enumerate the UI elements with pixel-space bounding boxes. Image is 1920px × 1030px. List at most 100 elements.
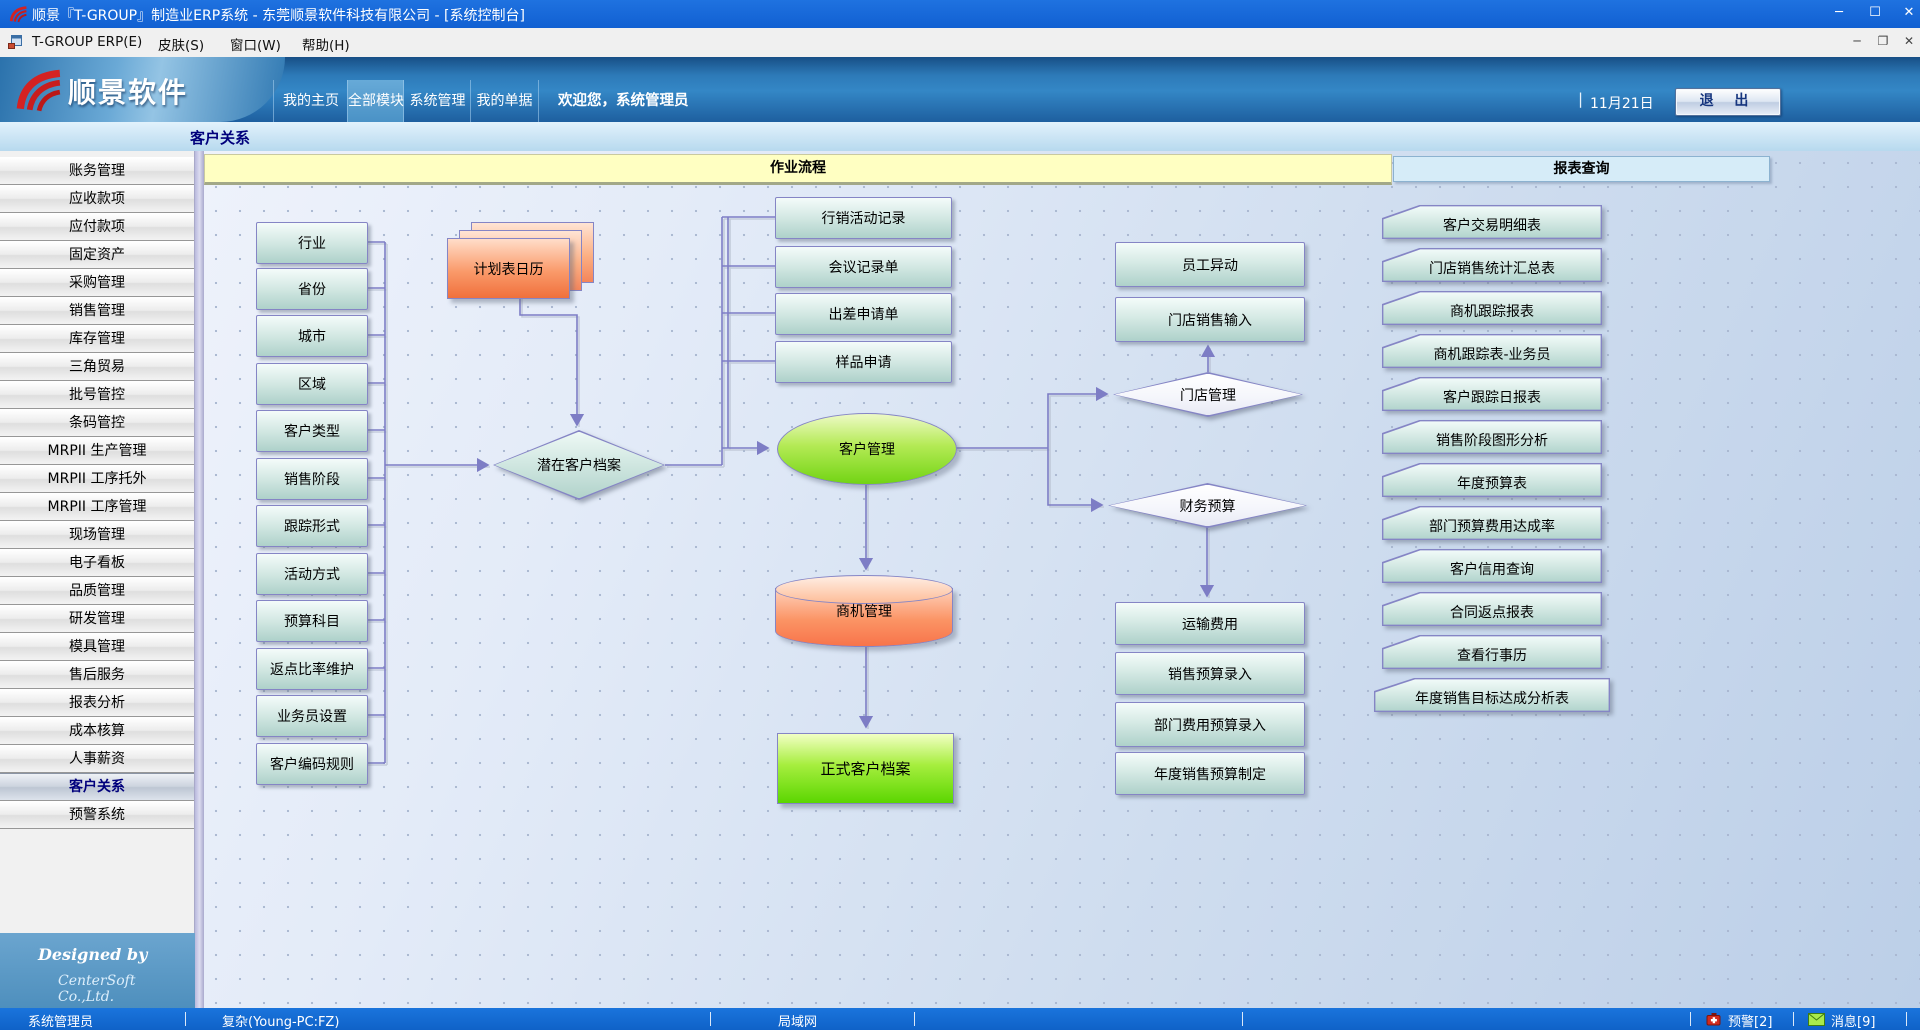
- report-card-annual-budget[interactable]: 年度预算表: [1382, 463, 1602, 497]
- flow-box-formal-customer[interactable]: 正式客户档案: [777, 733, 954, 804]
- sidebar-item-accounting[interactable]: 账务管理: [0, 157, 194, 185]
- sidebar-item-payables[interactable]: 应付款项: [0, 213, 194, 241]
- sidebar-item-barcode[interactable]: 条码管控: [0, 409, 194, 437]
- flow-box-plan-calendar[interactable]: 计划表日历: [447, 238, 570, 299]
- report-card-view-calendar[interactable]: 查看行事历: [1382, 635, 1602, 669]
- brand-logo-icon: [12, 66, 64, 114]
- sidebar-item-quality[interactable]: 品质管理: [0, 577, 194, 605]
- sidebar-item-receivables[interactable]: 应收款项: [0, 185, 194, 213]
- mdi-close-icon[interactable]: ✕: [1898, 34, 1920, 48]
- sidebar-item-triangle-trade[interactable]: 三角贸易: [0, 353, 194, 381]
- flow-box-sales-budget-entry[interactable]: 销售预算录入: [1115, 652, 1305, 695]
- tab-my-home[interactable]: 我的主页: [273, 80, 348, 122]
- sidebar-item-mrp2-production[interactable]: MRPII 生产管理: [0, 437, 194, 465]
- flow-box-marketing-activity[interactable]: 行销活动记录: [775, 197, 952, 239]
- report-card-customer-transactions[interactable]: 客户交易明细表: [1382, 205, 1602, 239]
- welcome-text: 欢迎您，系统管理员: [558, 80, 689, 122]
- flow-diamond-store-mgmt[interactable]: 门店管理: [1113, 372, 1303, 417]
- sidebar-item-after-sales[interactable]: 售后服务: [0, 661, 194, 689]
- flow-box-region[interactable]: 区域: [256, 363, 368, 405]
- flow-box-city[interactable]: 城市: [256, 315, 368, 357]
- report-card-store-sales-summary[interactable]: 门店销售统计汇总表: [1382, 248, 1602, 282]
- flow-box-employee-change[interactable]: 员工异动: [1115, 242, 1305, 287]
- sidebar-item-report-analysis[interactable]: 报表分析: [0, 689, 194, 717]
- mdi-restore-icon[interactable]: ❐: [1872, 34, 1894, 48]
- menu-item-tgroup-erp[interactable]: T-GROUP ERP(E): [32, 34, 142, 50]
- brand-zone: 顺景软件: [0, 57, 285, 122]
- flow-box-customer-type[interactable]: 客户类型: [256, 410, 368, 452]
- report-card-opportunity-tracking[interactable]: 商机跟踪报表: [1382, 291, 1602, 325]
- sidebar-item-inventory[interactable]: 库存管理: [0, 325, 194, 353]
- status-separator: [1690, 1012, 1691, 1026]
- sidebar-item-kanban[interactable]: 电子看板: [0, 549, 194, 577]
- status-separator: [914, 1012, 915, 1026]
- menu-item-help[interactable]: 帮助(H): [302, 34, 350, 54]
- flow-diamond-potential-customer[interactable]: 潜在客户档案: [493, 430, 665, 500]
- flow-box-sales-stage[interactable]: 销售阶段: [256, 458, 368, 500]
- flow-cylinder-opportunity-mgmt[interactable]: 商机管理: [775, 575, 953, 647]
- window-titlebar: 顺景『T-GROUP』制造业ERP系统 - 东莞顺景软件科技有限公司 - [系统…: [0, 0, 1920, 28]
- flow-box-activity-mode[interactable]: 活动方式: [256, 553, 368, 595]
- flow-diamond-finance-budget[interactable]: 财务预算: [1108, 483, 1307, 528]
- flow-box-transport-cost[interactable]: 运输费用: [1115, 602, 1305, 645]
- flow-box-tracking-form[interactable]: 跟踪形式: [256, 505, 368, 547]
- current-date: 11月21日: [1590, 93, 1654, 113]
- flow-box-customer-code-rule[interactable]: 客户编码规则: [256, 743, 368, 785]
- status-user: 系统管理员: [28, 1011, 93, 1030]
- sidebar-item-alert-system[interactable]: 预警系统: [0, 801, 194, 829]
- flow-ellipse-customer-mgmt[interactable]: 客户管理: [777, 413, 957, 485]
- top-nav-bar: 顺景软件 我的主页 全部模块 系统管理 我的单据 欢迎您，系统管理员 | 11月…: [0, 57, 1920, 123]
- report-card-customer-credit[interactable]: 客户信用查询: [1382, 549, 1602, 583]
- tab-system-mgmt[interactable]: 系统管理: [403, 80, 471, 122]
- sidebar-item-customer-relations[interactable]: 客户关系: [0, 773, 194, 801]
- workflow-canvas: 作业流程 报表查询: [204, 151, 1920, 1008]
- sidebar-item-mold[interactable]: 模具管理: [0, 633, 194, 661]
- flow-box-rebate-rate[interactable]: 返点比率维护: [256, 648, 368, 690]
- flow-box-salesman-setup[interactable]: 业务员设置: [256, 695, 368, 737]
- brand-name: 顺景软件: [68, 71, 188, 111]
- sidebar-item-fixed-assets[interactable]: 固定资产: [0, 241, 194, 269]
- status-bar: 系统管理员 复杂(Young-PC:FZ) 局域网 预警[2] 消息[9]: [0, 1008, 1920, 1030]
- tab-all-modules[interactable]: 全部模块: [347, 80, 404, 122]
- alert-icon[interactable]: [1706, 1012, 1722, 1026]
- sidebar-item-hr-payroll[interactable]: 人事薪资: [0, 745, 194, 773]
- sidebar-item-mrp2-outsourcing[interactable]: MRPII 工序托外: [0, 465, 194, 493]
- report-card-annual-sales-target[interactable]: 年度销售目标达成分析表: [1374, 678, 1610, 712]
- sidebar-splitter[interactable]: [195, 151, 204, 1008]
- sidebar-item-mrp2-process[interactable]: MRPII 工序管理: [0, 493, 194, 521]
- flow-box-budget-subject[interactable]: 预算科目: [256, 600, 368, 642]
- flow-box-dept-expense-budget[interactable]: 部门费用预算录入: [1115, 702, 1305, 747]
- report-card-contract-rebate[interactable]: 合同返点报表: [1382, 592, 1602, 626]
- status-separator: [710, 1012, 711, 1026]
- flow-box-province[interactable]: 省份: [256, 268, 368, 310]
- message-icon[interactable]: [1808, 1013, 1825, 1026]
- report-card-opportunity-by-salesman[interactable]: 商机跟踪表-业务员: [1382, 334, 1602, 368]
- flow-box-travel-request[interactable]: 出差申请单: [775, 293, 952, 335]
- window-maximize-icon[interactable]: ☐: [1862, 5, 1888, 20]
- flow-box-sample-request[interactable]: 样品申请: [775, 341, 952, 383]
- window-minimize-icon[interactable]: ─: [1826, 5, 1852, 20]
- report-card-sales-stage-graph[interactable]: 销售阶段图形分析: [1382, 420, 1602, 454]
- report-card-customer-daily[interactable]: 客户跟踪日报表: [1382, 377, 1602, 411]
- menu-item-skin[interactable]: 皮肤(S): [158, 34, 204, 54]
- logout-button[interactable]: 退 出: [1675, 88, 1781, 116]
- sidebar-item-costing[interactable]: 成本核算: [0, 717, 194, 745]
- report-card-dept-budget-rate[interactable]: 部门预算费用达成率: [1382, 506, 1602, 540]
- sidebar-item-shopfloor[interactable]: 现场管理: [0, 521, 194, 549]
- status-separator: [1793, 1012, 1794, 1026]
- flow-box-meeting-record[interactable]: 会议记录单: [775, 246, 952, 288]
- sidebar-item-lot-control[interactable]: 批号管控: [0, 381, 194, 409]
- window-close-icon[interactable]: ✕: [1896, 5, 1920, 20]
- flow-box-industry[interactable]: 行业: [256, 222, 368, 264]
- flow-box-annual-sales-budget[interactable]: 年度销售预算制定: [1115, 752, 1305, 795]
- module-sidebar: 账务管理 应收款项 应付款项 固定资产 采购管理 销售管理 库存管理 三角贸易 …: [0, 151, 195, 1008]
- sidebar-item-purchasing[interactable]: 采购管理: [0, 269, 194, 297]
- status-message[interactable]: 消息[9]: [1831, 1011, 1875, 1030]
- status-alert[interactable]: 预警[2]: [1728, 1011, 1772, 1030]
- menu-item-window[interactable]: 窗口(W): [230, 34, 281, 54]
- sidebar-item-sales[interactable]: 销售管理: [0, 297, 194, 325]
- tab-my-documents[interactable]: 我的单据: [470, 80, 539, 122]
- sidebar-item-rnd[interactable]: 研发管理: [0, 605, 194, 633]
- flow-box-store-sales-entry[interactable]: 门店销售输入: [1115, 297, 1305, 342]
- mdi-minimize-icon[interactable]: ─: [1846, 34, 1868, 48]
